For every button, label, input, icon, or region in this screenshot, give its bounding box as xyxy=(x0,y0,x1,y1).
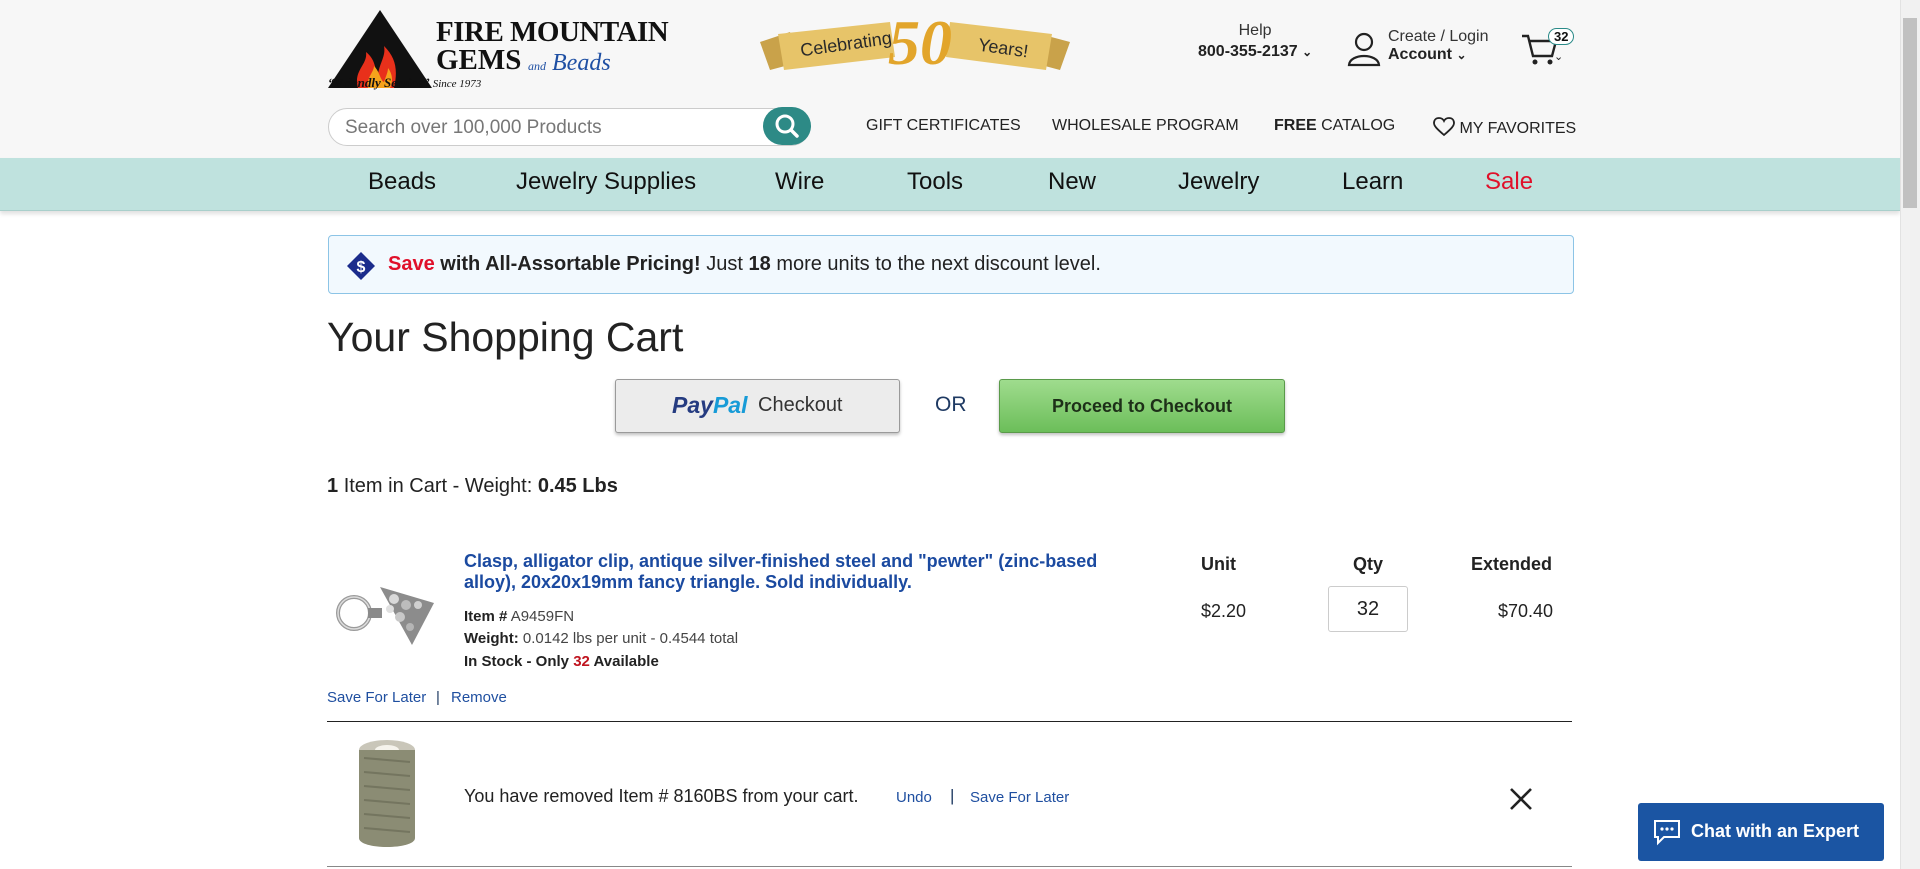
logo-beads-text: Beads xyxy=(552,50,611,76)
stock-count: 32 xyxy=(573,653,590,670)
page-title: Your Shopping Cart xyxy=(327,314,684,360)
tagline-since: Since 1973 xyxy=(432,78,482,90)
paypal-pay: Pay xyxy=(672,392,713,418)
account-menu[interactable]: Create / Login Account ⌄ xyxy=(1388,28,1489,64)
stock-pre: In Stock - Only xyxy=(464,653,570,670)
account-line1: Create / Login xyxy=(1388,28,1489,45)
paypal-pal: Pal xyxy=(712,392,748,418)
column-header-qty: Qty xyxy=(1353,554,1384,574)
anniversary-banner: Celebrating 50 Years! xyxy=(760,7,1070,89)
chevron-down-icon: ⌄ xyxy=(1456,48,1467,62)
cart-summary: 1 Item in Cart - Weight: 0.45 Lbs xyxy=(327,475,618,498)
chat-with-expert-button[interactable]: Chat with an Expert xyxy=(1638,803,1884,861)
nav-jewelry-supplies[interactable]: Jewelry Supplies xyxy=(516,168,696,196)
nav-new[interactable]: New xyxy=(1048,168,1096,196)
row-divider xyxy=(327,866,1572,867)
cart-summary-text: Item in Cart - Weight: xyxy=(343,475,533,497)
cart-item-count: 1 xyxy=(327,475,339,497)
help-phone-number: 800-355-2137 xyxy=(1198,43,1298,60)
account-label: Account xyxy=(1388,46,1452,63)
cart-count-badge: 32 xyxy=(1548,28,1575,45)
search-box xyxy=(328,108,810,146)
cart-weight: 0.45 Lbs xyxy=(537,475,618,497)
help-label: Help xyxy=(1238,22,1272,39)
catalog-text: CATALOG xyxy=(1321,117,1396,134)
promo-units: 18 xyxy=(748,253,771,275)
logo-and: and xyxy=(528,59,546,73)
logo-wordmark-line1[interactable]: FIRE MOUNTAIN xyxy=(436,18,669,47)
weight-label: Weight: xyxy=(464,630,519,647)
paypal-logo: PayPal xyxy=(672,392,747,419)
nav-sale[interactable]: Sale xyxy=(1485,168,1533,196)
removed-product-image xyxy=(352,738,422,861)
dollar-diamond-icon: $ xyxy=(346,251,376,286)
heart-icon xyxy=(1433,117,1455,137)
save-for-later-link[interactable]: Save For Later xyxy=(327,689,426,706)
quantity-input[interactable] xyxy=(1328,586,1408,632)
item-label: Item # xyxy=(464,608,508,625)
scrollbar-thumb[interactable] xyxy=(1903,18,1917,208)
help-phone: 800-355-2137 ⌄ xyxy=(1198,43,1312,61)
link-separator: | xyxy=(436,689,440,706)
banner-number: 50 xyxy=(888,7,952,78)
favorites-label: MY FAVORITES xyxy=(1459,120,1577,137)
chevron-down-icon: ⌄ xyxy=(1554,51,1564,63)
removed-item-message: You have removed Item # 8160BS from your… xyxy=(464,786,859,806)
promo-save: Save xyxy=(388,253,435,275)
row-divider xyxy=(327,721,1572,722)
nav-jewelry[interactable]: Jewelry xyxy=(1178,168,1259,196)
chat-label: Chat with an Expert xyxy=(1691,821,1860,841)
paypal-checkout-label: Checkout xyxy=(758,394,843,416)
logo-wordmark-line2[interactable]: GEMS xyxy=(436,46,521,75)
promo-post: more units to the next discount level. xyxy=(776,253,1101,275)
product-weight: Weight: 0.0142 lbs per unit - 0.4544 tot… xyxy=(464,630,738,647)
account-line2: Account ⌄ xyxy=(1388,46,1489,64)
catalog-free: FREE xyxy=(1274,117,1317,134)
product-title-link[interactable]: Clasp, alligator clip, antique silver-fi… xyxy=(464,551,1124,593)
help-menu[interactable]: Help 800-355-2137 ⌄ xyxy=(1198,22,1312,61)
wholesale-program-link[interactable]: WHOLESALE PROGRAM xyxy=(1052,117,1239,135)
chat-bubble-icon xyxy=(1654,820,1680,846)
close-icon[interactable] xyxy=(1508,786,1534,817)
nav-tools[interactable]: Tools xyxy=(907,168,963,196)
undo-link[interactable]: Undo xyxy=(896,789,932,806)
paypal-checkout-button[interactable]: PayPal Checkout xyxy=(615,379,900,433)
unit-price: $2.20 xyxy=(1201,601,1247,621)
extended-price: $70.40 xyxy=(1498,601,1554,621)
search-button[interactable] xyxy=(763,107,811,145)
remove-link[interactable]: Remove xyxy=(451,689,507,706)
column-header-extended: Extended xyxy=(1471,554,1553,574)
promo-pre: Just xyxy=(706,253,743,275)
nav-wire[interactable]: Wire xyxy=(775,168,824,196)
or-separator: OR xyxy=(935,393,967,416)
promo-bold: with All-Assortable Pricing! xyxy=(440,253,701,275)
gift-certificates-link[interactable]: GIFT CERTIFICATES xyxy=(866,117,1021,135)
chevron-down-icon: ⌄ xyxy=(1302,45,1313,59)
nav-learn[interactable]: Learn xyxy=(1342,168,1403,196)
nav-beads[interactable]: Beads xyxy=(368,168,436,196)
stock-status: In Stock - Only 32 Available xyxy=(464,653,659,670)
item-number: A9459FN xyxy=(510,608,575,625)
my-favorites-link[interactable]: MY FAVORITES xyxy=(1433,117,1576,138)
logo-tagline: “Friendly Service” Since 1973 xyxy=(328,75,481,91)
logo-wordmark-beads[interactable]: and Beads xyxy=(528,50,611,77)
proceed-to-checkout-button[interactable]: Proceed to Checkout xyxy=(999,379,1285,433)
product-item-number: Item # A9459FN xyxy=(464,608,574,625)
user-icon xyxy=(1347,31,1381,72)
search-input[interactable] xyxy=(343,116,747,140)
free-catalog-link[interactable]: FREE CATALOG xyxy=(1274,117,1395,135)
tagline-quote: “Friendly Service” xyxy=(328,75,430,90)
column-header-unit: Unit xyxy=(1201,554,1236,574)
product-image[interactable] xyxy=(334,575,444,660)
weight-value: 0.0142 lbs per unit - 0.4544 total xyxy=(522,630,739,647)
removed-save-for-later-link[interactable]: Save For Later xyxy=(970,789,1069,806)
link-separator: | xyxy=(950,786,955,805)
promo-message: Save with All-Assortable Pricing! Just 1… xyxy=(388,253,1101,276)
search-icon xyxy=(775,114,799,138)
svg-text:$: $ xyxy=(357,259,366,276)
stock-post: Available xyxy=(593,653,659,670)
